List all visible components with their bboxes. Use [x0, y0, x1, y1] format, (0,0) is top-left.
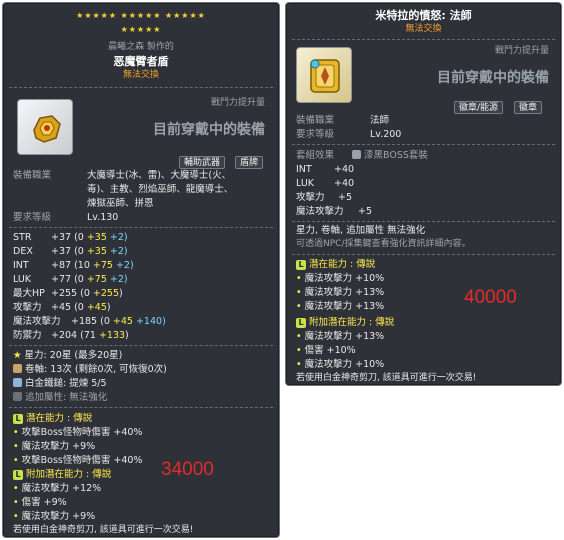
item-maker: 晨曦之森 製作的	[108, 42, 174, 52]
potential-line: • 魔法攻擊力 +9%	[13, 441, 96, 452]
left-item-tooltip: ★★★★★ ★★★★★ ★★★★★ ★★★★★ 晨曦之森 製作的 恶魔臂者盾 無…	[2, 2, 280, 538]
divider	[292, 144, 555, 145]
potential-line: • 攻擊Boss怪物時傷害 +40%	[13, 427, 143, 438]
divider	[292, 221, 555, 222]
job-value: 法師	[370, 115, 390, 126]
price-annotation: 34000	[161, 459, 214, 480]
footer-note: 若使用白金神奇剪刀, 該道具可進行一次交易!	[13, 525, 194, 535]
potential-title: L 潛在能力 : 傳說	[296, 259, 375, 270]
platinum-hammer-info: 白金鐵鎚: 提煉 5/5	[13, 378, 107, 389]
job-label: 裝備職業	[13, 170, 52, 181]
star-force-row-2: ★★★★★	[120, 25, 162, 34]
potential-line: • 魔法攻擊力 +10%	[296, 273, 385, 284]
equipped-indicator: 目前穿戴中的裝備	[437, 70, 549, 86]
divider	[292, 39, 555, 40]
bonus-potential-line: • 魔法攻擊力 +10%	[296, 359, 385, 370]
scroll-icon	[13, 364, 22, 373]
potential-line: • 魔法攻擊力 +13%	[296, 287, 385, 298]
category-tag: 徽章/能源	[454, 101, 504, 114]
lock-icon	[352, 150, 361, 159]
equipped-indicator: 目前穿戴中的裝備	[153, 122, 265, 138]
divider	[9, 345, 273, 346]
shield-icon	[33, 115, 61, 143]
req-level-label: 要求等級	[13, 212, 52, 223]
stat-row: 魔法攻擊力 +5	[296, 206, 373, 217]
divider	[9, 87, 273, 88]
star-force-info: ★ 星力: 20星 (最多20星)	[13, 350, 123, 361]
emblem-icon	[310, 59, 340, 93]
set-effect: 套組效果 漆黑BOSS套裝	[296, 150, 428, 161]
req-level-value: Lv.130	[87, 212, 119, 223]
bonus-potential-line: • 魔法攻擊力 +12%	[13, 483, 102, 494]
stat-row: 攻擊力 +5	[296, 192, 353, 203]
stat-row: 防禦力 +204 (71 +133)	[13, 330, 129, 341]
power-up-label: 戰鬥力提升量	[494, 46, 549, 56]
potential-line: • 魔法攻擊力 +13%	[296, 301, 385, 312]
stat-row: LUK +40	[296, 178, 355, 189]
stat-row: INT +87 (10 +75 +2)	[13, 260, 134, 271]
divider	[292, 254, 555, 255]
req-level-value: Lv.200	[370, 129, 402, 140]
item-name: 恶魔臂者盾	[113, 55, 169, 68]
hammer-icon	[13, 378, 22, 387]
bonus-potential-title: L 附加潛在能力 : 傳說	[13, 469, 111, 480]
power-up-label: 戰鬥力提升量	[210, 98, 265, 108]
price-annotation: 40000	[464, 287, 517, 308]
stat-row: DEX +37 (0 +35 +2)	[13, 246, 128, 257]
divider	[9, 227, 273, 228]
bonus-potential-line: • 傷害 +9%	[13, 497, 67, 508]
legendary-icon: L	[13, 470, 23, 480]
stat-row: LUK +77 (0 +75 +2)	[13, 274, 128, 285]
stat-row: INT +40	[296, 164, 355, 175]
legendary-icon: L	[13, 414, 23, 424]
legendary-icon: L	[296, 260, 306, 270]
category-tag: 盾牌	[235, 156, 264, 169]
trade-note: 無法交換	[122, 70, 159, 80]
star-force-row-1: ★★★★★ ★★★★★ ★★★★★	[76, 11, 206, 20]
bonus-potential-line: • 魔法攻擊力 +9%	[13, 511, 96, 522]
job-line: 大魔導士(冰、雷)、大魔導士(火、	[87, 170, 232, 181]
scroll-info: 卷軸: 13次 (剩餘0次, 可恢復0次)	[13, 364, 167, 375]
bonus-potential-title: L 附加潛在能力 : 傳說	[296, 317, 394, 328]
enhance-note: 星力, 卷軸, 追加屬性 無法強化	[296, 225, 426, 236]
bonus-potential-line: • 傷害 +10%	[296, 345, 356, 356]
potential-line: • 攻擊Boss怪物時傷害 +40%	[13, 455, 143, 466]
category-tag: 徽章	[514, 101, 543, 114]
stat-row: 魔法攻擊力 +185 (0 +45 +140)	[13, 316, 166, 327]
bonus-potential-line: • 魔法攻擊力 +13%	[296, 331, 385, 342]
potential-title: L 潛在能力 : 傳說	[13, 413, 92, 424]
job-line: 毒)、主教、烈焰巫師、龍魔導士、	[87, 184, 234, 195]
right-item-tooltip: 米特拉的憤怒: 法師 無法交換 戰鬥力提升量 目前穿戴中的裝備 徽章/能源 徽章…	[285, 2, 562, 386]
footer-note: 若使用白金神奇剪刀, 該道具可進行一次交易!	[296, 373, 477, 383]
stat-row: 最大HP +255 (0 +255)	[13, 288, 123, 299]
star-icon: ★	[13, 350, 25, 361]
category-tag: 輔助武器	[179, 156, 226, 169]
gear-icon	[13, 392, 22, 401]
enhance-note: 可透過NPC/採集鍵查看強化資訊詳細內容。	[296, 239, 471, 249]
trade-note: 無法交換	[405, 24, 442, 34]
stat-row: 攻擊力 +45 (0 +45)	[13, 302, 111, 313]
extra-attr-info: 追加屬性: 無法強化	[13, 392, 107, 403]
job-line: 煉獄巫師、拼恩	[87, 198, 154, 209]
req-level-label: 要求等級	[296, 129, 335, 140]
item-icon	[296, 47, 352, 103]
job-label: 裝備職業	[296, 115, 335, 126]
stat-row: STR +37 (0 +35 +2)	[13, 232, 128, 243]
item-icon	[17, 99, 73, 155]
divider	[9, 407, 273, 408]
legendary-icon: L	[296, 318, 306, 328]
item-name: 米特拉的憤怒: 法師	[375, 9, 472, 22]
